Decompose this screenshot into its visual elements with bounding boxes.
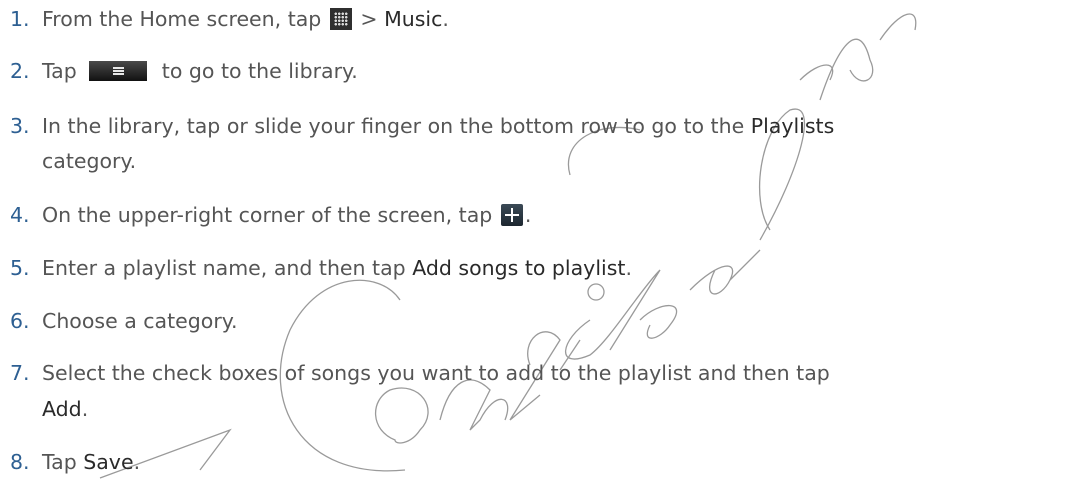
all-apps-grid-icon [329, 8, 352, 30]
step-text-end: . [524, 203, 532, 227]
step-number: 3. [10, 114, 30, 138]
step-text: On the upper-right corner of the screen,… [42, 203, 493, 227]
step-number: 4. [10, 203, 30, 227]
step-text-end: . [81, 397, 89, 421]
step-number: 7. [10, 361, 30, 385]
step-number: 2. [10, 59, 30, 83]
step-text: From the Home screen, tap [42, 7, 322, 31]
step-text-end: . [442, 7, 449, 31]
step-text: Tap [42, 450, 84, 474]
step-text: Tap [42, 59, 77, 83]
step-text: In the library, tap or slide your finger… [42, 114, 751, 138]
step-text: Select the check boxes of songs you want… [42, 361, 830, 385]
step-text-end: . [133, 450, 141, 474]
step-number: 1. [10, 7, 30, 31]
step-text: category. [42, 149, 137, 173]
step-term: Save [83, 450, 134, 474]
step-term: Add [42, 397, 82, 421]
step-text-end: to go to the library. [161, 59, 358, 83]
step-separator: > [353, 7, 385, 31]
step-term: Add songs to playlist [412, 256, 626, 280]
step-number: 8. [10, 450, 30, 474]
step-text: Choose a category. [42, 309, 238, 333]
step-number: 5. [10, 256, 30, 280]
step-text-end: . [625, 256, 632, 280]
menu-bar-icon [89, 61, 148, 81]
step-number: 6. [10, 309, 30, 333]
plus-icon [500, 204, 523, 226]
step-term: Playlists [750, 114, 835, 138]
step-text: Enter a playlist name, and then tap [42, 256, 413, 280]
step-term: Music [384, 7, 443, 31]
